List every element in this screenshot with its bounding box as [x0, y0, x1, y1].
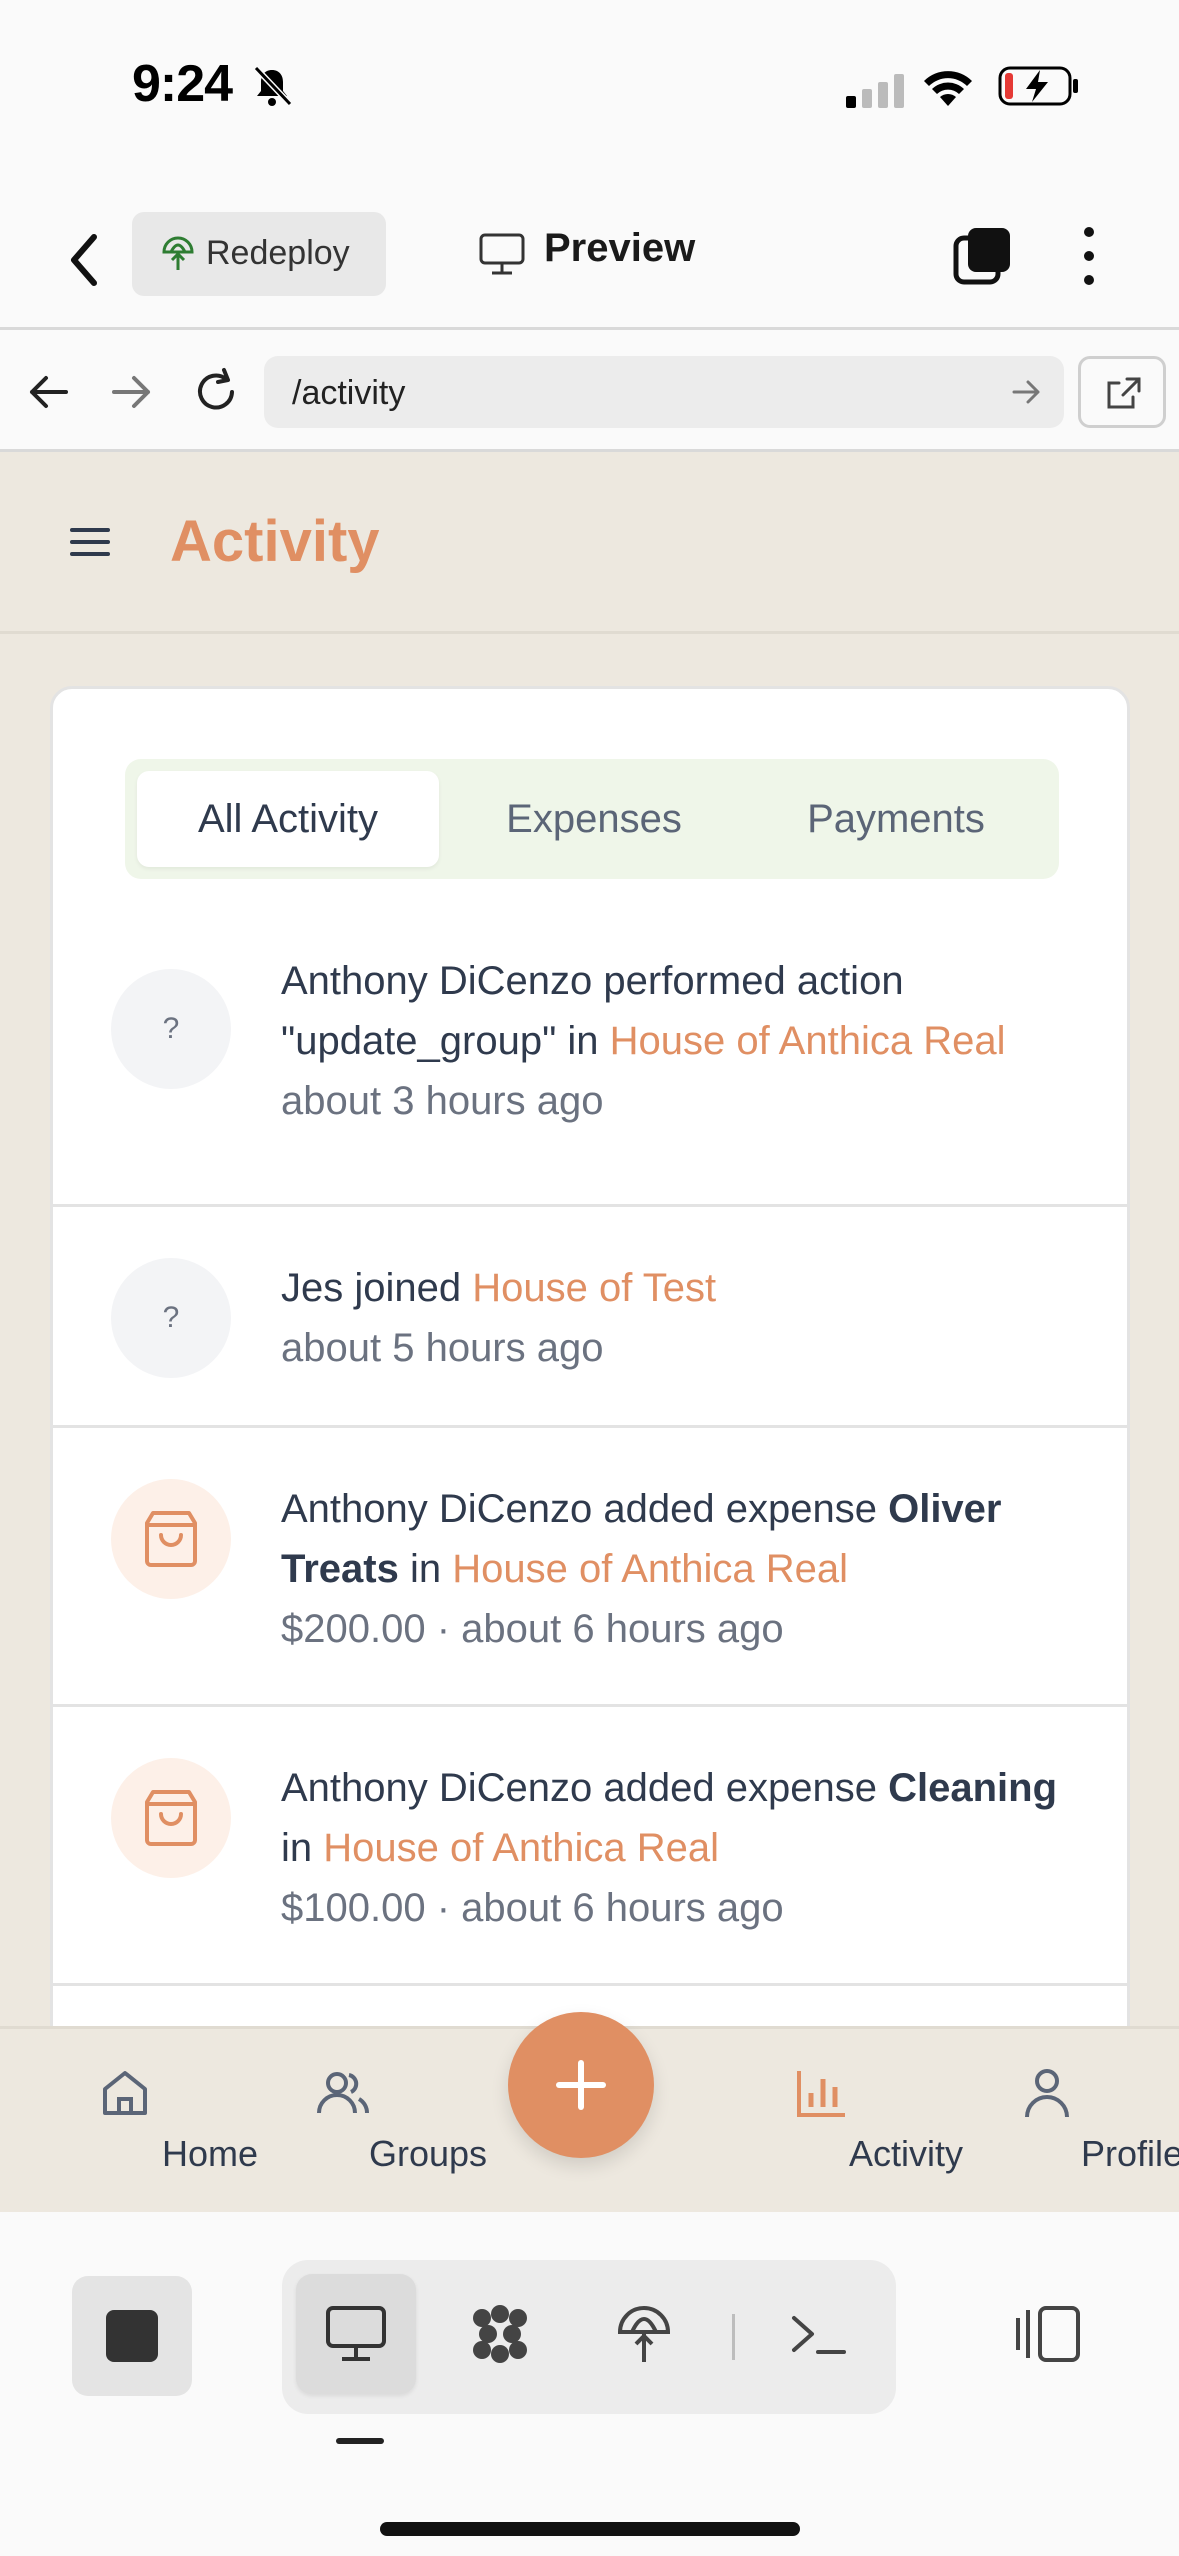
tab-all-activity[interactable]: All Activity	[137, 771, 439, 867]
menu-icon[interactable]	[68, 522, 112, 562]
deploy-icon	[162, 236, 194, 270]
in-text: in	[398, 1547, 453, 1591]
activity-time: $100.00 · about 6 hours ago	[281, 1886, 784, 1930]
url-text: /activity	[292, 374, 406, 412]
status-time: 9:24	[132, 55, 233, 113]
shell-view-button[interactable]	[758, 2274, 878, 2394]
activity-item[interactable]: Anthony DiCenzo added expense Oliver Tre…	[53, 1431, 1127, 1707]
in-text: in	[281, 1826, 324, 1870]
selected-indicator	[336, 2438, 384, 2444]
group-link[interactable]: House of Anthica Real	[452, 1547, 848, 1591]
user-icon	[1025, 2069, 1069, 2118]
tab-expenses[interactable]: Expenses	[443, 771, 745, 867]
activity-summary: Anthony DiCenzo added expense	[281, 1766, 889, 1810]
plus-icon	[556, 2060, 606, 2110]
activity-description: Anthony DiCenzo added expense Oliver Tre…	[281, 1479, 1081, 1659]
activity-time: about 3 hours ago	[281, 1079, 604, 1123]
tab-label: Groups	[368, 2133, 488, 2174]
activity-summary: Jes joined	[281, 1266, 473, 1310]
agent-view-button[interactable]	[440, 2274, 560, 2394]
wifi-icon	[924, 71, 972, 106]
preview-view-button[interactable]	[296, 2274, 416, 2394]
cellular-signal-icon	[846, 74, 904, 108]
arrow-left-icon[interactable]	[20, 364, 76, 420]
home-indicator	[380, 2522, 800, 2536]
monitor-icon	[326, 2306, 386, 2361]
tab-label: Profile	[1080, 2133, 1179, 2174]
deploy-icon	[617, 2306, 671, 2362]
redeploy-label: Redeploy	[206, 234, 350, 272]
activity-item[interactable]: Anthony DiCenzo added expense Cleaning i…	[53, 1710, 1127, 1986]
activity-time: about 5 hours ago	[281, 1326, 604, 1370]
page-title: Activity	[170, 509, 380, 574]
divider	[732, 2314, 735, 2360]
tab-groups[interactable]: Groups	[258, 2029, 487, 2215]
activity-summary: Anthony DiCenzo added expense	[281, 1487, 889, 1531]
expense-avatar	[111, 1479, 231, 1599]
tab-home[interactable]: Home	[40, 2029, 258, 2215]
app-header: Activity	[0, 452, 1179, 634]
activity-filter-tabs: All Activity Expenses Payments	[125, 759, 1059, 879]
arrow-right-icon[interactable]	[104, 364, 160, 420]
more-options-icon[interactable]	[1074, 224, 1104, 288]
tabs-icon[interactable]	[950, 224, 1014, 288]
view-switcher	[282, 2260, 896, 2414]
deployments-view-button[interactable]	[584, 2274, 704, 2394]
users-icon	[317, 2072, 370, 2114]
url-input[interactable]: /activity	[264, 356, 1064, 428]
bell-off-icon	[253, 65, 293, 107]
shopping-bag-icon	[145, 1511, 197, 1567]
tab-payments[interactable]: Payments	[745, 771, 1047, 867]
activity-description: Anthony DiCenzo added expense Cleaning i…	[281, 1758, 1081, 1938]
status-bar: 9:24	[0, 0, 1179, 170]
preview-tab-label[interactable]: Preview	[544, 226, 695, 271]
agent-swirl-icon	[473, 2305, 527, 2363]
terminal-icon	[792, 2316, 846, 2354]
activity-time: $200.00 · about 6 hours ago	[281, 1607, 784, 1651]
back-chevron-icon[interactable]	[60, 225, 110, 295]
activity-item[interactable]: ? Jes joined House of Test about 5 hours…	[53, 1210, 1127, 1428]
tab-profile[interactable]: Profile	[962, 2029, 1179, 2215]
activity-description: Anthony DiCenzo performed action "update…	[281, 951, 1081, 1131]
stop-button[interactable]	[72, 2276, 192, 2396]
dev-toolbar	[0, 2212, 1179, 2556]
reload-icon[interactable]	[188, 364, 244, 420]
tab-activity[interactable]: Activity	[736, 2029, 963, 2215]
stop-icon	[106, 2310, 158, 2362]
group-link[interactable]: House of Anthica Real	[323, 1826, 719, 1870]
add-button[interactable]	[508, 2012, 654, 2158]
group-link[interactable]: House of Anthica Real	[610, 1019, 1006, 1063]
activity-description: Jes joined House of Test about 5 hours a…	[281, 1258, 1081, 1378]
shopping-bag-icon	[145, 1790, 197, 1846]
bar-chart-icon	[797, 2071, 845, 2117]
battery-charging-icon	[998, 66, 1078, 106]
activity-card: All Activity Expenses Payments ? Anthony…	[50, 686, 1130, 2026]
app-viewport: Activity All Activity Expenses Payments …	[0, 452, 1179, 2026]
expense-avatar	[111, 1758, 231, 1878]
external-link-icon	[1107, 377, 1141, 409]
go-arrow-icon[interactable]	[1008, 374, 1044, 410]
group-link[interactable]: House of Test	[472, 1266, 716, 1310]
url-bar: /activity	[0, 332, 1179, 452]
activity-item[interactable]: ? Anthony DiCenzo performed action "upda…	[53, 919, 1127, 1207]
monitor-icon	[479, 233, 525, 275]
editor-toolbar: Redeploy Preview	[0, 190, 1179, 330]
side-panel-icon[interactable]	[1012, 2302, 1082, 2366]
question-icon: ?	[111, 1258, 231, 1378]
expense-name: Cleaning	[888, 1766, 1057, 1810]
open-external-button[interactable]	[1078, 356, 1166, 428]
redeploy-button[interactable]: Redeploy	[132, 212, 386, 296]
home-icon	[103, 2071, 147, 2115]
question-icon: ?	[111, 969, 231, 1089]
